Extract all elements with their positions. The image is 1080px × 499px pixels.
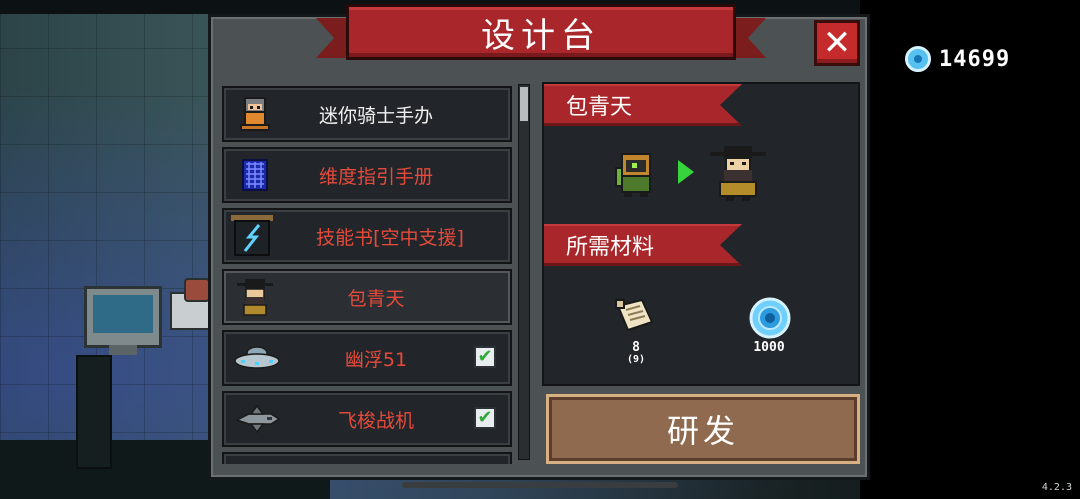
material-amount: 1000: [753, 340, 785, 355]
dimension-guide-book-icon: [234, 156, 276, 194]
scrollbar-thumb[interactable]: [520, 87, 528, 121]
bao-qingtian-character-icon: [706, 144, 770, 206]
materials-ribbon: 所需材料: [544, 224, 742, 266]
gem-counter: 14699: [905, 44, 1010, 74]
list-item-label: 迷你骑士手办: [318, 104, 433, 127]
list-item[interactable]: 迷你骑士手办: [222, 86, 512, 142]
research-button-label: 研发: [666, 412, 739, 450]
gem-icon: [905, 46, 931, 72]
owned-checkbox: ✔: [474, 407, 496, 429]
owned-checkbox: ✔: [474, 346, 496, 368]
list-item[interactable]: 技能书[空中支援]: [222, 208, 512, 264]
title-banner: 设计台: [316, 4, 766, 68]
parchment-icon: [612, 296, 658, 338]
checkmark-icon: ✔: [477, 407, 493, 428]
list-item-label: 维度指引手册: [318, 165, 433, 188]
list-item-label: 包青天: [347, 287, 405, 310]
background-character: [164, 278, 210, 330]
gem-value: 14699: [939, 46, 1011, 72]
checkmark-icon: ✔: [477, 346, 493, 367]
materials-title: 所需材料: [566, 234, 655, 260]
version-label: 4.2.3: [1041, 482, 1072, 493]
ufo-icon: [232, 339, 282, 377]
list-item[interactable]: 幽浮51 ✔: [222, 330, 512, 386]
skill-book-air-support-icon: [228, 212, 276, 260]
blueprint-name: 包青天: [566, 94, 633, 120]
close-button[interactable]: ✕: [814, 20, 860, 66]
list-item[interactable]: 飞梭战机 ✔: [222, 391, 512, 447]
panel-bottom-bar: [402, 482, 678, 488]
monitor-screen: [93, 295, 153, 333]
background-monitor: [84, 286, 162, 355]
list-item-label: 技能书[空中支援]: [316, 226, 464, 249]
bao-qingtian-icon: [234, 278, 276, 316]
source-character-icon: [610, 150, 660, 202]
list-scrollbar[interactable]: [518, 84, 530, 460]
outer-darkness: [860, 0, 1080, 499]
list-item[interactable]: 包青天: [222, 269, 512, 325]
list-item-label: 飞梭战机: [337, 409, 414, 432]
list-item-label: 幽浮51: [344, 348, 408, 371]
panel-title: 设计台: [481, 15, 601, 56]
character-head: [184, 278, 210, 302]
gem-icon: [748, 296, 792, 344]
blueprint-list[interactable]: 迷你骑士手办 维度指引手册 技能书[空中支援] 包青天 幽浮51 ✔ 飞梭战机 …: [222, 84, 514, 464]
research-button[interactable]: 研发: [546, 394, 860, 464]
material-amount: 8: [632, 340, 640, 355]
room-pillar: [76, 355, 112, 469]
transform-arrow-icon: [678, 160, 694, 184]
list-item[interactable]: 维度指引手册: [222, 147, 512, 203]
list-item[interactable]: [222, 452, 512, 464]
blueprint-name-ribbon: 包青天: [544, 84, 742, 126]
shuttle-fighter-icon: [232, 400, 282, 438]
mini-knight-figure-icon: [234, 95, 276, 133]
close-icon: ✕: [822, 23, 852, 63]
monitor-stand: [109, 345, 137, 355]
material-owned: (9): [626, 354, 646, 365]
banner-main: 设计台: [346, 4, 736, 60]
